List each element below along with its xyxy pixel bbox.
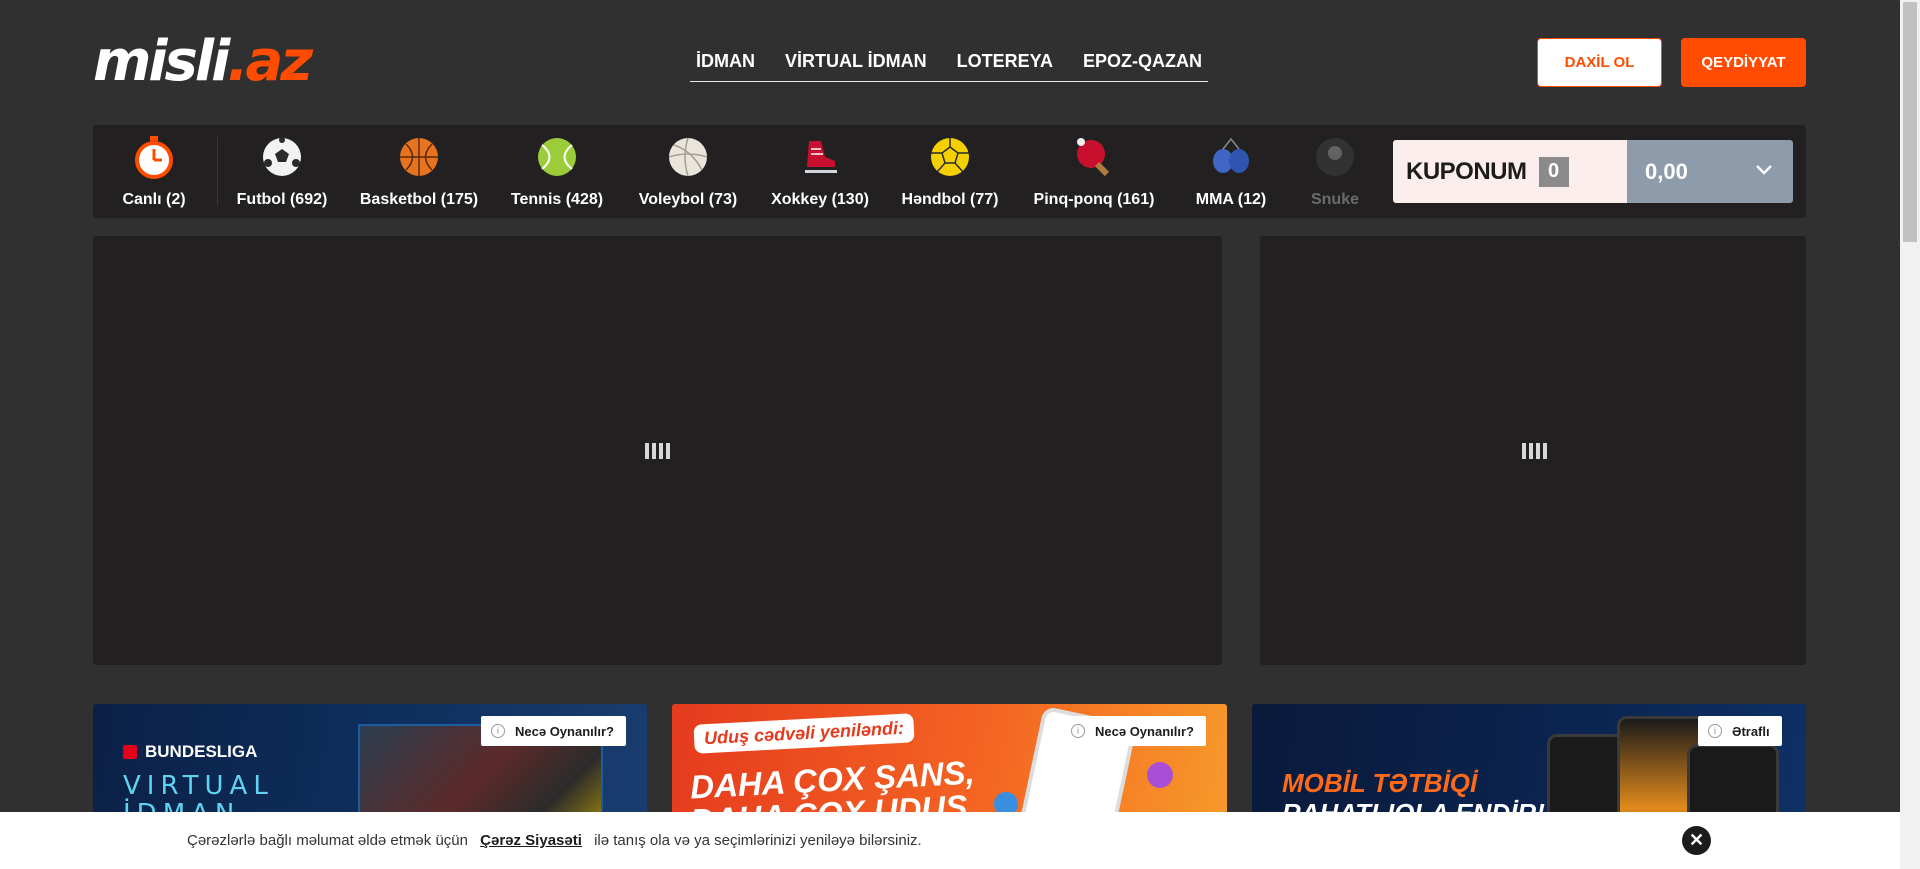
sport-item-futbol[interactable]: Futbol (692): [220, 125, 344, 218]
tag-label: Ətraflı: [1732, 723, 1770, 739]
sports-bar: Canlı (2) Futbol (692) Basketbol (175) T: [93, 125, 1806, 218]
sport-label: Həndbol (77): [901, 191, 999, 208]
nav-idman[interactable]: İDMAN: [696, 44, 755, 81]
site-header: misli.az İDMAN VİRTUAL İDMAN LOTEREYA EP…: [93, 0, 1806, 125]
more-info-tag[interactable]: i Ətraflı: [1698, 716, 1782, 746]
sport-label: Canlı (2): [122, 191, 186, 208]
sport-label: Tennis (428): [510, 191, 604, 208]
scrollbar[interactable]: [1900, 0, 1920, 869]
close-icon[interactable]: ✕: [1682, 826, 1711, 855]
lottery-ball-icon: [1147, 762, 1173, 788]
logo-accent: .az: [227, 29, 313, 94]
ice-skate-icon: [798, 135, 842, 179]
logo-main: misli: [93, 29, 230, 94]
boxing-gloves-icon: [1209, 135, 1253, 179]
main-nav: İDMAN VİRTUAL İDMAN LOTEREYA EPOZ-QAZAN: [690, 44, 1209, 82]
coupon-amount-area[interactable]: 0,00: [1627, 140, 1793, 203]
cookie-text-after: ilə tanış ola və ya seçimlərinizi yenilə…: [594, 832, 922, 849]
snooker-ball-icon: [1313, 135, 1357, 179]
sport-item-voleybol[interactable]: Voleybol (73): [620, 125, 756, 218]
tag-label: Necə Oynanılır?: [515, 723, 614, 739]
coupon-title-area: KUPONUM 0: [1393, 140, 1627, 203]
tag-label: Necə Oynanılır?: [1095, 723, 1194, 739]
sport-item-hendbol[interactable]: Həndbol (77): [884, 125, 1016, 218]
coupon-count-badge: 0: [1538, 156, 1569, 187]
basketball-icon: [397, 135, 441, 179]
cookie-text-before: Çərəzlərlə bağlı məlumat əldə etmək üçün: [187, 832, 468, 849]
sport-label: Xokkey (130): [771, 191, 869, 208]
bundesliga-logo: BUNDESLIGA: [123, 742, 257, 762]
divider: [217, 137, 218, 205]
sport-item-snuker[interactable]: Snuke: [1290, 125, 1380, 218]
sport-label: Voleybol (73): [638, 191, 738, 208]
sport-item-pinq-ponq[interactable]: Pinq-ponq (161): [1016, 125, 1172, 218]
nav-virtual-idman[interactable]: VİRTUAL İDMAN: [785, 44, 927, 81]
ping-pong-icon: [1072, 135, 1116, 179]
bundesliga-label: BUNDESLIGA: [145, 742, 258, 761]
banner-line: VIRTUAL: [123, 771, 274, 801]
handball-icon: [928, 135, 972, 179]
sport-label: Futbol (692): [236, 191, 328, 208]
scrollbar-thumb[interactable]: [1903, 2, 1917, 242]
loading-icon: [645, 443, 670, 459]
loading-icon: [1522, 443, 1547, 459]
coupon-title: KUPONUM: [1406, 157, 1527, 185]
sport-label: Snuke: [1310, 191, 1359, 208]
stopwatch-icon: [132, 135, 176, 179]
tennis-ball-icon: [535, 135, 579, 179]
banner-line: MOBİL TƏTBİQİ: [1282, 768, 1478, 798]
sport-item-mma[interactable]: MMA (12): [1172, 125, 1290, 218]
coupon-amount: 0,00: [1645, 158, 1688, 184]
sport-item-tennis[interactable]: Tennis (428): [494, 125, 620, 218]
sport-item-live[interactable]: Canlı (2): [93, 125, 215, 218]
info-icon: i: [1071, 724, 1085, 738]
how-to-play-tag[interactable]: i Necə Oynanılır?: [1061, 716, 1206, 746]
cookie-text: Çərəzlərlə bağlı məlumat əldə etmək üçün…: [187, 832, 922, 849]
info-icon: i: [491, 724, 505, 738]
sport-label: MMA (12): [1195, 191, 1267, 208]
main-slider-panel: [93, 236, 1222, 665]
nav-lotereya[interactable]: LOTEREYA: [957, 44, 1053, 81]
sport-item-basketbol[interactable]: Basketbol (175): [344, 125, 494, 218]
cookie-bar: Çərəzlərlə bağlı məlumat əldə etmək üçün…: [0, 812, 1900, 869]
info-icon: i: [1708, 724, 1722, 738]
banner-pill: Uduş cədvəli yeniləndi:: [693, 713, 915, 754]
how-to-play-tag[interactable]: i Necə Oynanılır?: [481, 716, 626, 746]
cookie-policy-link[interactable]: Çərəz Siyasəti: [480, 832, 582, 849]
side-panel: [1260, 236, 1806, 665]
coupon-widget[interactable]: KUPONUM 0 0,00: [1393, 140, 1793, 203]
sport-label: Pinq-ponq (161): [1033, 191, 1155, 208]
football-icon: [260, 135, 304, 179]
bundesliga-mark-icon: [123, 745, 137, 759]
register-button[interactable]: QEYDİYYAT: [1681, 38, 1806, 87]
volleyball-icon: [666, 135, 710, 179]
sports-list: Canlı (2) Futbol (692) Basketbol (175) T: [93, 125, 1393, 218]
sport-label: Basketbol (175): [359, 191, 479, 208]
sport-item-xokkey[interactable]: Xokkey (130): [756, 125, 884, 218]
chevron-down-icon[interactable]: [1755, 163, 1773, 181]
login-button[interactable]: DAXİL OL: [1537, 38, 1662, 87]
nav-epoz-qazan[interactable]: EPOZ-QAZAN: [1083, 44, 1202, 81]
site-logo[interactable]: misli.az: [93, 29, 313, 94]
